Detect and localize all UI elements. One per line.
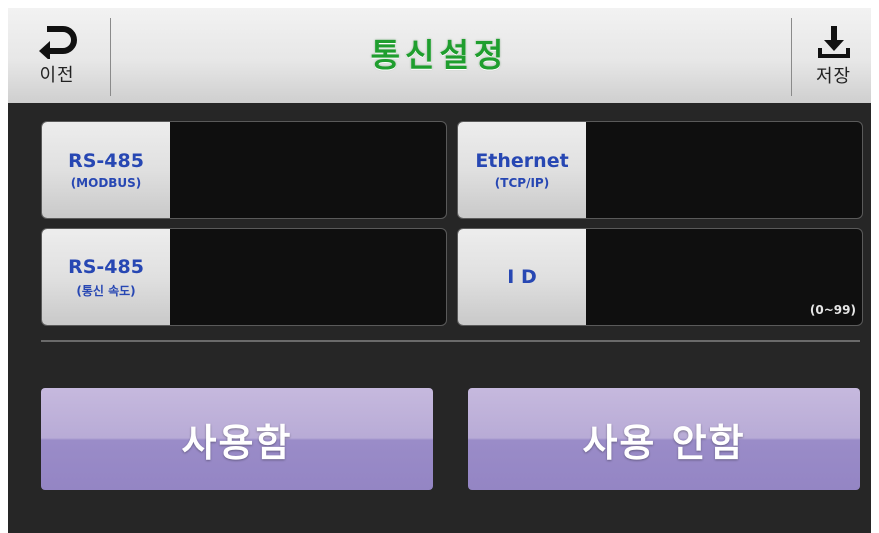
field-sublabel: (TCP/IP) [494, 176, 550, 190]
top-bar: 이전 통신설정 저장 [8, 8, 871, 103]
field-key: RS-485 (통신 속도) [42, 229, 170, 325]
enable-button[interactable]: 사용함 [41, 388, 433, 490]
save-label: 저장 [815, 65, 852, 87]
rs485-modbus-field[interactable]: RS-485 (MODBUS) [41, 121, 447, 219]
field-label: I D [507, 266, 537, 288]
rs485-baud-field[interactable]: RS-485 (통신 속도) [41, 228, 447, 326]
disable-button[interactable]: 사용 안함 [468, 388, 860, 490]
ethernet-tcpip-field[interactable]: Ethernet (TCP/IP) [457, 121, 863, 219]
id-field[interactable]: I D (0~99) [457, 228, 863, 326]
enable-label: 사용함 [181, 420, 293, 465]
id-range-hint: (0~99) [809, 303, 856, 317]
divider [41, 340, 860, 342]
field-sublabel: (MODBUS) [70, 176, 142, 190]
field-label: RS-485 [68, 255, 144, 278]
download-icon [817, 25, 850, 58]
field-label: Ethernet [475, 150, 569, 172]
separator [791, 18, 792, 96]
field-label: RS-485 [68, 150, 144, 172]
save-button[interactable]: 저장 [796, 8, 871, 103]
disable-label: 사용 안함 [582, 420, 746, 465]
field-sublabel: (통신 속도) [76, 283, 136, 298]
field-key: RS-485 (MODBUS) [42, 122, 170, 218]
screen: 이전 통신설정 저장 RS-485 (MODBUS) Ethernet (TCP… [8, 8, 871, 533]
field-key: I D [458, 229, 586, 325]
field-key: Ethernet (TCP/IP) [458, 122, 586, 218]
page-title: 통신설정 [370, 36, 509, 74]
